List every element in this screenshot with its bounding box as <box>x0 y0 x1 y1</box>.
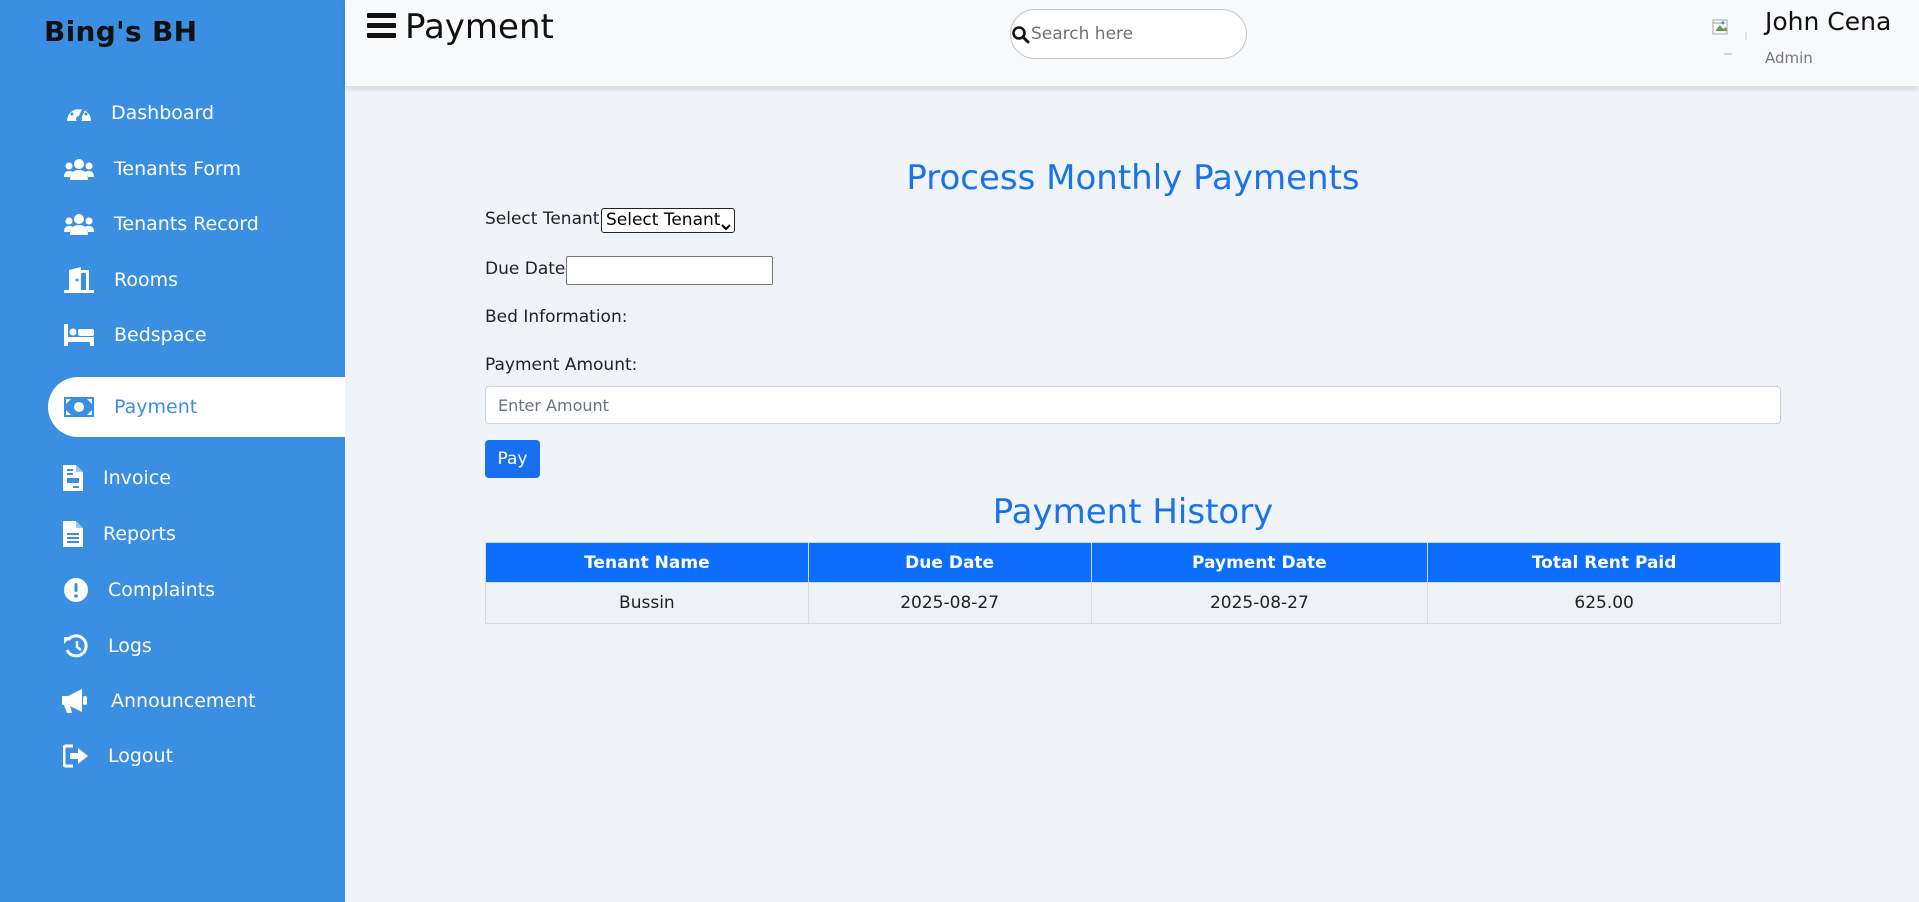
sidebar-item-label: Tenants Form <box>114 158 242 180</box>
menu-toggle-icon[interactable] <box>367 13 397 41</box>
tenant-select[interactable]: Select Tenant <box>601 208 735 233</box>
sidebar-item-dashboard[interactable]: Dashboard <box>0 90 345 136</box>
column-header: Total Rent Paid <box>1427 542 1781 583</box>
sidebar-item-label: Rooms <box>114 269 179 291</box>
users-icon <box>64 211 94 237</box>
due-date-label: Due Date: <box>485 259 572 279</box>
sidebar-item-label: Logout <box>108 745 174 767</box>
sidebar-item-tenants-form[interactable]: Tenants Form <box>0 146 345 192</box>
payment-history-table: Tenant Name Due Date Payment Date Total … <box>485 542 1781 624</box>
file-invoice-icon <box>58 465 88 491</box>
sidebar-item-invoice[interactable]: Invoice <box>0 455 345 501</box>
avatar[interactable] <box>1710 18 1748 60</box>
gauge-icon <box>64 100 94 126</box>
total-rent-cell: 625.00 <box>1427 582 1781 624</box>
users-icon <box>64 156 94 182</box>
user-name: John Cena <box>1765 7 1892 36</box>
search-box[interactable] <box>1010 9 1247 59</box>
payment-history-heading: Payment History <box>992 492 1274 532</box>
sidebar-item-label: Announcement <box>111 690 256 712</box>
sidebar-item-label: Bedspace <box>114 324 207 346</box>
sidebar-item-label: Tenants Record <box>114 213 259 235</box>
sidebar-item-label: Dashboard <box>111 102 215 124</box>
sidebar-item-payment[interactable]: Payment <box>48 377 345 437</box>
search-icon[interactable] <box>1011 25 1031 45</box>
sidebar-item-tenants-record[interactable]: Tenants Record <box>0 201 345 247</box>
logout-icon <box>61 743 91 769</box>
user-role: Admin <box>1765 49 1813 67</box>
due-date-cell: 2025-08-27 <box>807 582 1092 624</box>
select-tenant-label: Select Tenant: <box>485 209 606 229</box>
payment-amount-label: Payment Amount: <box>485 355 638 375</box>
money-icon <box>64 394 94 420</box>
brand-logo: Bing's BH <box>44 15 198 48</box>
megaphone-icon <box>62 688 92 714</box>
page-title: Payment <box>405 7 554 47</box>
sidebar: Bing's BH Dashboard Tenants Form Tenants… <box>0 0 345 902</box>
tenant-select-value: Select Tenant <box>606 210 721 230</box>
exclamation-icon <box>61 577 91 603</box>
history-icon <box>61 633 91 659</box>
sidebar-item-label: Complaints <box>108 579 216 601</box>
sidebar-item-label: Invoice <box>103 467 171 489</box>
search-input[interactable] <box>1031 18 1231 50</box>
pay-button[interactable]: Pay <box>485 440 540 478</box>
table-header-row: Tenant Name Due Date Payment Date Total … <box>485 542 1781 583</box>
sidebar-item-logout[interactable]: Logout <box>0 733 345 779</box>
sidebar-item-complaints[interactable]: Complaints <box>0 567 345 613</box>
bed-information-label: Bed Information: <box>485 307 628 327</box>
sidebar-item-logs[interactable]: Logs <box>0 623 345 669</box>
sidebar-item-announcement[interactable]: Announcement <box>0 678 345 724</box>
tenant-name-cell: Bussin <box>485 582 809 624</box>
sidebar-item-label: Payment <box>114 396 198 418</box>
sidebar-item-reports[interactable]: Reports <box>0 511 345 557</box>
file-icon <box>58 521 88 547</box>
sidebar-item-rooms[interactable]: Rooms <box>0 257 345 303</box>
amount-input[interactable] <box>485 386 1781 424</box>
column-header: Due Date <box>807 542 1092 583</box>
process-payments-heading: Process Monthly Payments <box>906 158 1360 198</box>
bed-icon <box>64 322 94 348</box>
top-bar: Payment John Cena Admin <box>345 0 1919 86</box>
door-icon <box>64 267 94 293</box>
sidebar-item-bedspace[interactable]: Bedspace <box>0 312 345 358</box>
chevron-down-icon <box>721 216 731 231</box>
due-date-input[interactable] <box>566 256 773 285</box>
column-header: Tenant Name <box>485 542 809 583</box>
payment-date-cell: 2025-08-27 <box>1090 582 1429 624</box>
sidebar-item-label: Logs <box>108 635 152 657</box>
sidebar-item-label: Reports <box>103 523 176 545</box>
column-header: Payment Date <box>1090 542 1429 583</box>
table-row: Bussin 2025-08-27 2025-08-27 625.00 <box>485 582 1781 624</box>
